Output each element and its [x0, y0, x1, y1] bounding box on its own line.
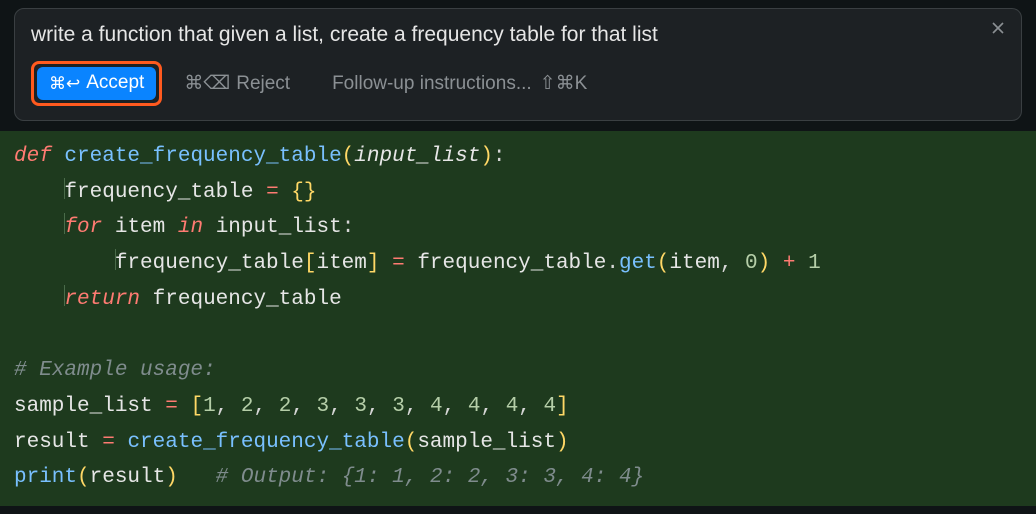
code-line: for item in input_list: — [0, 210, 1036, 246]
reject-label: Reject — [236, 73, 290, 95]
reject-button[interactable]: ⌘⌫ Reject — [184, 72, 290, 95]
code-line — [0, 317, 1036, 353]
code-line: sample_list = [1, 2, 2, 3, 3, 3, 4, 4, 4… — [0, 389, 1036, 425]
close-icon[interactable] — [987, 17, 1009, 39]
followup-input[interactable]: Follow-up instructions... ⇧⌘K — [332, 72, 587, 95]
ai-prompt-panel: write a function that given a list, crea… — [14, 8, 1022, 121]
code-line: # Example usage: — [0, 353, 1036, 389]
code-line: print(result) # Output: {1: 1, 2: 2, 3: … — [0, 460, 1036, 496]
code-suggestion: def create_frequency_table(input_list): … — [0, 131, 1036, 506]
code-line: return frequency_table — [0, 282, 1036, 318]
followup-placeholder: Follow-up instructions... — [332, 73, 532, 95]
code-line: result = create_frequency_table(sample_l… — [0, 425, 1036, 461]
accept-highlight: ⌘↩ Accept — [31, 61, 162, 106]
code-line: def create_frequency_table(input_list): — [0, 139, 1036, 175]
accept-button[interactable]: ⌘↩ Accept — [37, 67, 156, 100]
code-line: frequency_table = {} — [0, 175, 1036, 211]
accept-shortcut: ⌘↩ — [49, 73, 80, 95]
action-row: ⌘↩ Accept ⌘⌫ Reject Follow-up instructio… — [31, 61, 1005, 106]
accept-label: Accept — [86, 71, 144, 96]
code-line: frequency_table[item] = frequency_table.… — [0, 246, 1036, 282]
followup-shortcut: ⇧⌘K — [540, 72, 588, 95]
reject-shortcut: ⌘⌫ — [184, 72, 230, 95]
prompt-text: write a function that given a list, crea… — [31, 21, 1005, 49]
